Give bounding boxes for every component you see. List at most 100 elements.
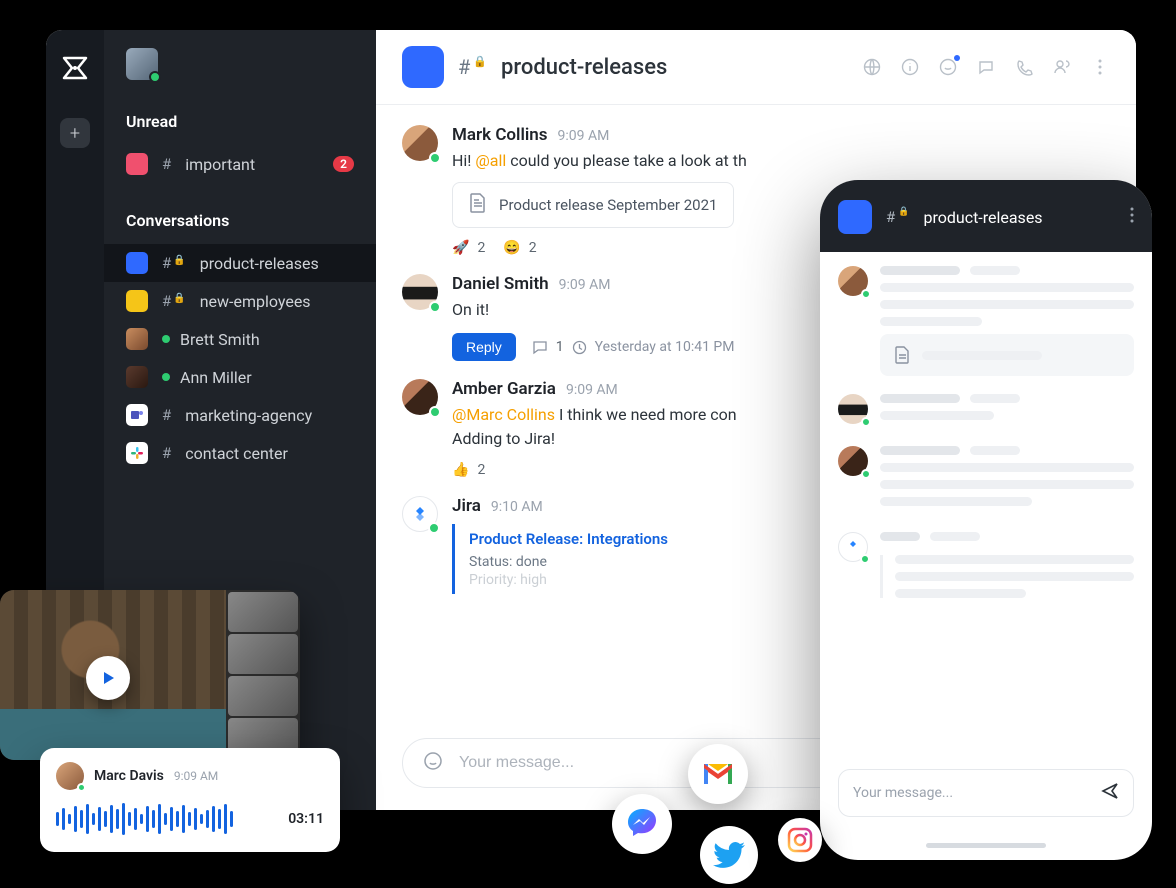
mobile-composer[interactable]: Your message... bbox=[838, 769, 1134, 817]
reaction[interactable]: 👍2 bbox=[452, 462, 485, 478]
avatar[interactable] bbox=[402, 274, 438, 310]
video-thumb[interactable] bbox=[228, 676, 298, 716]
thread-icon bbox=[532, 339, 548, 355]
channel-title: product-releases bbox=[501, 55, 667, 80]
channel-chip bbox=[402, 46, 444, 88]
mobile-message bbox=[838, 266, 1134, 376]
mobile-home-indicator bbox=[926, 843, 1046, 848]
reaction-count: 2 bbox=[477, 240, 485, 256]
add-workspace-button[interactable]: + bbox=[60, 118, 90, 148]
video-main-participant bbox=[0, 590, 226, 760]
emoji-icon[interactable] bbox=[423, 751, 443, 775]
chat-header: #🔒 product-releases bbox=[376, 30, 1136, 105]
channel-chip bbox=[126, 252, 148, 274]
presence-indicator bbox=[162, 335, 170, 343]
mobile-attachment bbox=[880, 334, 1134, 376]
avatar[interactable] bbox=[402, 379, 438, 415]
attachment-card[interactable]: Product release September 2021 bbox=[452, 182, 734, 228]
dm-name: Ann Miller bbox=[180, 368, 354, 387]
avatar bbox=[838, 266, 868, 296]
avatar bbox=[838, 532, 868, 562]
sidebar-item-new-employees[interactable]: #🔒 new-employees bbox=[104, 282, 376, 320]
avatar[interactable] bbox=[402, 496, 438, 532]
message-author: Mark Collins bbox=[452, 125, 548, 145]
channel-name: new-employees bbox=[200, 292, 354, 311]
section-title-unread: Unread bbox=[104, 104, 376, 145]
unread-badge: 2 bbox=[333, 156, 354, 172]
reaction[interactable]: 😄2 bbox=[503, 240, 536, 256]
message-text: Hi! @all could you please take a look at… bbox=[452, 149, 1110, 172]
hash-lock-icon: #🔒 bbox=[886, 208, 909, 226]
reaction[interactable]: 🚀2 bbox=[452, 240, 485, 256]
avatar bbox=[838, 394, 868, 424]
sidebar-item-ann-miller[interactable]: Ann Miller bbox=[104, 358, 376, 396]
thread-meta[interactable]: 1 Yesterday at 10:41 PM bbox=[532, 339, 735, 355]
messenger-icon[interactable] bbox=[612, 794, 672, 854]
channel-chip bbox=[838, 200, 872, 234]
reaction-emoji: 🚀 bbox=[452, 240, 469, 256]
discussion-icon[interactable] bbox=[976, 57, 996, 77]
teams-icon bbox=[126, 404, 148, 426]
header-actions bbox=[862, 57, 1110, 77]
message-author: Daniel Smith bbox=[452, 274, 549, 294]
jira-icon bbox=[411, 505, 429, 523]
mobile-message bbox=[838, 532, 1134, 606]
sidebar-item-marketing-agency[interactable]: # marketing-agency bbox=[104, 396, 376, 434]
message-time: 9:09 AM bbox=[558, 128, 610, 144]
mobile-message bbox=[838, 394, 1134, 428]
gmail-icon[interactable] bbox=[688, 744, 748, 804]
clock-icon bbox=[572, 340, 587, 355]
instagram-icon[interactable] bbox=[778, 818, 822, 862]
hash-lock-icon: #🔒 bbox=[458, 55, 487, 79]
info-icon[interactable] bbox=[900, 57, 920, 77]
video-thumb[interactable] bbox=[228, 592, 298, 632]
send-icon[interactable] bbox=[1101, 782, 1119, 804]
sidebar-item-contact-center[interactable]: # contact center bbox=[104, 434, 376, 472]
sidebar-item-product-releases[interactable]: #🔒 product-releases bbox=[104, 244, 376, 282]
video-call-card[interactable] bbox=[0, 590, 300, 760]
hash-icon: # bbox=[162, 444, 171, 462]
twitter-icon[interactable] bbox=[700, 826, 758, 884]
dm-avatar bbox=[126, 366, 148, 388]
mention[interactable]: @Marc Collins bbox=[452, 405, 555, 424]
mention[interactable]: @all bbox=[475, 151, 506, 170]
members-icon[interactable] bbox=[1052, 57, 1072, 77]
hash-lock-icon: #🔒 bbox=[162, 292, 186, 310]
phone-icon[interactable] bbox=[1014, 57, 1034, 77]
thread-time: Yesterday at 10:41 PM bbox=[595, 339, 735, 355]
notification-icon[interactable] bbox=[938, 57, 958, 77]
voice-duration: 03:11 bbox=[288, 811, 324, 827]
voice-message-card: Marc Davis 9:09 AM 03:11 bbox=[40, 748, 340, 852]
reaction-emoji: 😄 bbox=[503, 240, 520, 256]
globe-icon[interactable] bbox=[862, 57, 882, 77]
dm-avatar bbox=[126, 328, 148, 350]
video-thumb[interactable] bbox=[228, 634, 298, 674]
mobile-messages bbox=[820, 252, 1152, 769]
kebab-icon[interactable] bbox=[1090, 57, 1110, 77]
message-time: 9:10 AM bbox=[491, 499, 543, 515]
thread-count: 1 bbox=[556, 339, 564, 355]
presence-indicator bbox=[149, 71, 161, 83]
avatar[interactable] bbox=[402, 125, 438, 161]
mobile-preview: #🔒 product-releases bbox=[820, 180, 1152, 860]
voice-author: Marc Davis bbox=[94, 768, 164, 784]
avatar bbox=[838, 446, 868, 476]
presence-indicator bbox=[162, 373, 170, 381]
kebab-icon[interactable] bbox=[1130, 207, 1134, 227]
message-author: Amber Garzia bbox=[452, 379, 556, 399]
channel-chip bbox=[126, 153, 148, 175]
play-icon[interactable] bbox=[86, 656, 130, 700]
sidebar-item-brett-smith[interactable]: Brett Smith bbox=[104, 320, 376, 358]
waveform[interactable]: 03:11 bbox=[56, 802, 324, 836]
reply-button[interactable]: Reply bbox=[452, 333, 516, 361]
channel-name: product-releases bbox=[200, 254, 354, 273]
presence-indicator bbox=[428, 522, 440, 534]
mobile-header: #🔒 product-releases bbox=[820, 180, 1152, 252]
avatar[interactable] bbox=[56, 762, 84, 790]
attachment-name: Product release September 2021 bbox=[499, 196, 717, 214]
channel-chip bbox=[126, 290, 148, 312]
sidebar-item-important[interactable]: # important 2 bbox=[104, 145, 376, 183]
notification-dot bbox=[954, 55, 960, 61]
current-user-avatar[interactable] bbox=[126, 48, 158, 80]
app-logo-icon[interactable] bbox=[61, 54, 89, 82]
